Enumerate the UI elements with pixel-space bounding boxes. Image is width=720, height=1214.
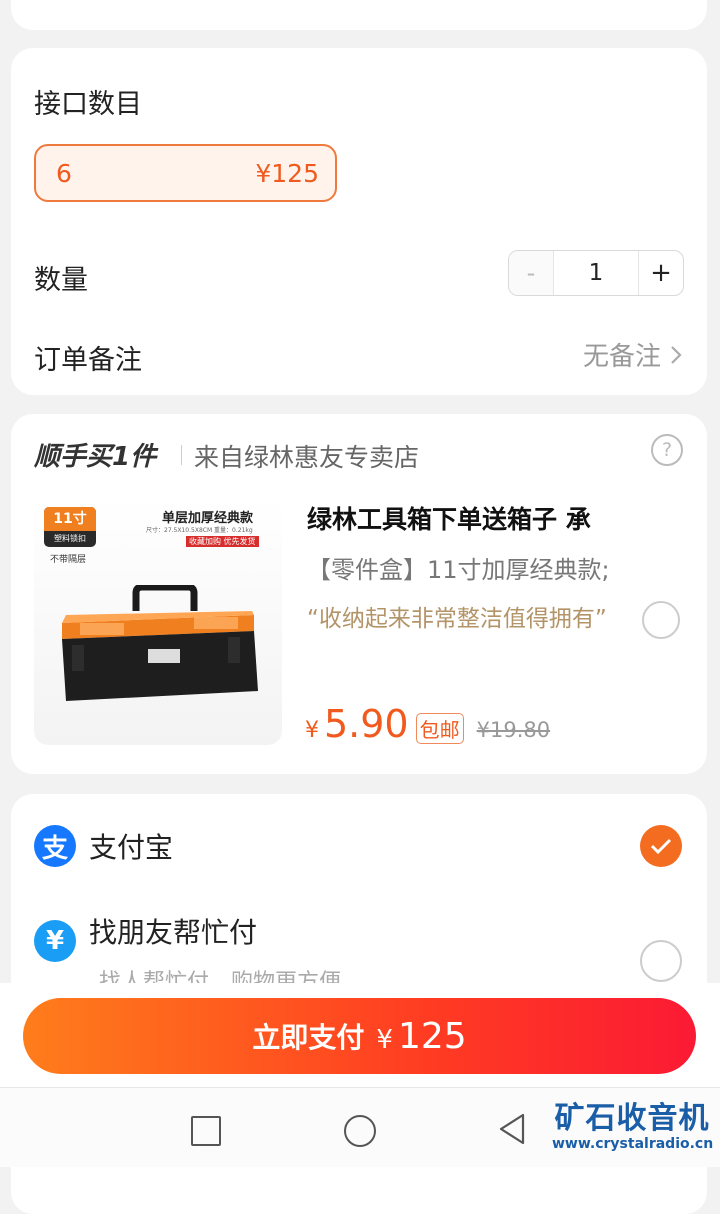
image-tag-note: 不带隔层: [50, 555, 87, 565]
triangle-back-icon[interactable]: [497, 1112, 527, 1146]
pay-symbol: ¥: [376, 1024, 393, 1055]
pay-now-label: 立即支付: [252, 1021, 365, 1054]
quantity-stepper: - 1 +: [508, 250, 684, 296]
spec-option-price: ¥125: [255, 158, 319, 188]
friend-pay-label: 找朋友帮忙付: [89, 916, 258, 949]
order-options-card: 接口数目 6 ¥125 数量 - 1 + 订单备注 无备注: [11, 48, 707, 395]
alipay-icon: 支: [34, 825, 76, 867]
friend-pay-radio[interactable]: [640, 940, 682, 982]
system-navigation-bar: 矿石收音机 www.crystalradio.cn: [0, 1087, 720, 1167]
watermark-title: 矿石收音机: [554, 1101, 710, 1136]
toolbox-illustration: [62, 585, 258, 701]
order-remark-row[interactable]: 无备注: [583, 336, 683, 373]
quantity-decrease-button[interactable]: -: [509, 251, 553, 295]
free-shipping-badge: 包邮: [415, 713, 464, 744]
circle-icon[interactable]: [344, 1115, 376, 1147]
pay-total: ¥ 125: [376, 1016, 466, 1057]
product-image[interactable]: 11寸 塑料锁扣 不带隔层 单层加厚经典款 尺寸：27.5X10.5X8CM 重…: [34, 497, 282, 745]
product-price: 5.90: [324, 702, 409, 746]
previous-card: [11, 0, 707, 30]
watermark: 矿石收音机 www.crystalradio.cn: [552, 1101, 714, 1153]
pay-now-button[interactable]: 立即支付 ¥ 125: [23, 998, 696, 1074]
product-review-quote: “收纳起来非常整洁值得拥有”: [307, 606, 607, 632]
payment-option-alipay[interactable]: 支 支付宝: [34, 825, 173, 867]
add-on-select-radio[interactable]: [642, 601, 680, 639]
spec-option-selected[interactable]: 6 ¥125: [34, 144, 337, 202]
square-icon[interactable]: [191, 1116, 221, 1146]
quantity-increase-button[interactable]: +: [639, 251, 683, 295]
image-size-tag: 11寸 塑料锁扣: [44, 507, 96, 547]
alipay-selected-check[interactable]: [640, 825, 682, 867]
order-remark-value: 无备注: [582, 342, 661, 372]
original-price: ¥19.80: [476, 718, 551, 742]
image-promo: 收藏加购 优先发货: [186, 536, 259, 547]
product-price-row: ¥ 5.90 包邮 ¥19.80: [305, 702, 550, 746]
image-tag-sub: 塑料锁扣: [54, 534, 86, 543]
spec-option-value: 6: [56, 158, 72, 188]
check-icon: [650, 838, 672, 855]
image-dims: 尺寸：27.5X10.5X8CM 重量：0.21kg: [146, 527, 253, 534]
friend-pay-icon: ¥: [34, 920, 76, 962]
add-on-store: 来自绿林惠友专卖店: [194, 443, 420, 472]
question-circle-icon[interactable]: ?: [651, 434, 683, 466]
interface-count-label: 接口数目: [34, 89, 142, 120]
pay-amount: 125: [397, 1015, 467, 1057]
quantity-input[interactable]: 1: [553, 251, 639, 295]
image-heading: 单层加厚经典款: [162, 511, 254, 526]
price-symbol: ¥: [305, 718, 319, 743]
product-spec: 【零件盒】11寸加厚经典款;: [307, 556, 610, 584]
divider: [181, 445, 182, 465]
quantity-label: 数量: [34, 265, 88, 296]
watermark-url: www.crystalradio.cn: [552, 1136, 714, 1152]
payment-option-friend[interactable]: ¥ 找朋友帮忙付: [34, 916, 257, 962]
order-remark-label: 订单备注: [34, 345, 142, 376]
chevron-right-icon: [671, 345, 682, 364]
alipay-label: 支付宝: [89, 831, 174, 864]
checkout-bar: 立即支付 ¥ 125: [0, 983, 720, 1087]
add-on-card: 顺手买1件 来自绿林惠友专卖店 ? 11寸 塑料锁扣 不带隔层 单层加厚经典款 …: [11, 414, 707, 774]
image-tag-size: 11寸: [44, 507, 96, 531]
product-title[interactable]: 绿林工具箱下单送箱子 承: [307, 500, 687, 536]
add-on-title: 顺手买1件: [34, 442, 157, 472]
